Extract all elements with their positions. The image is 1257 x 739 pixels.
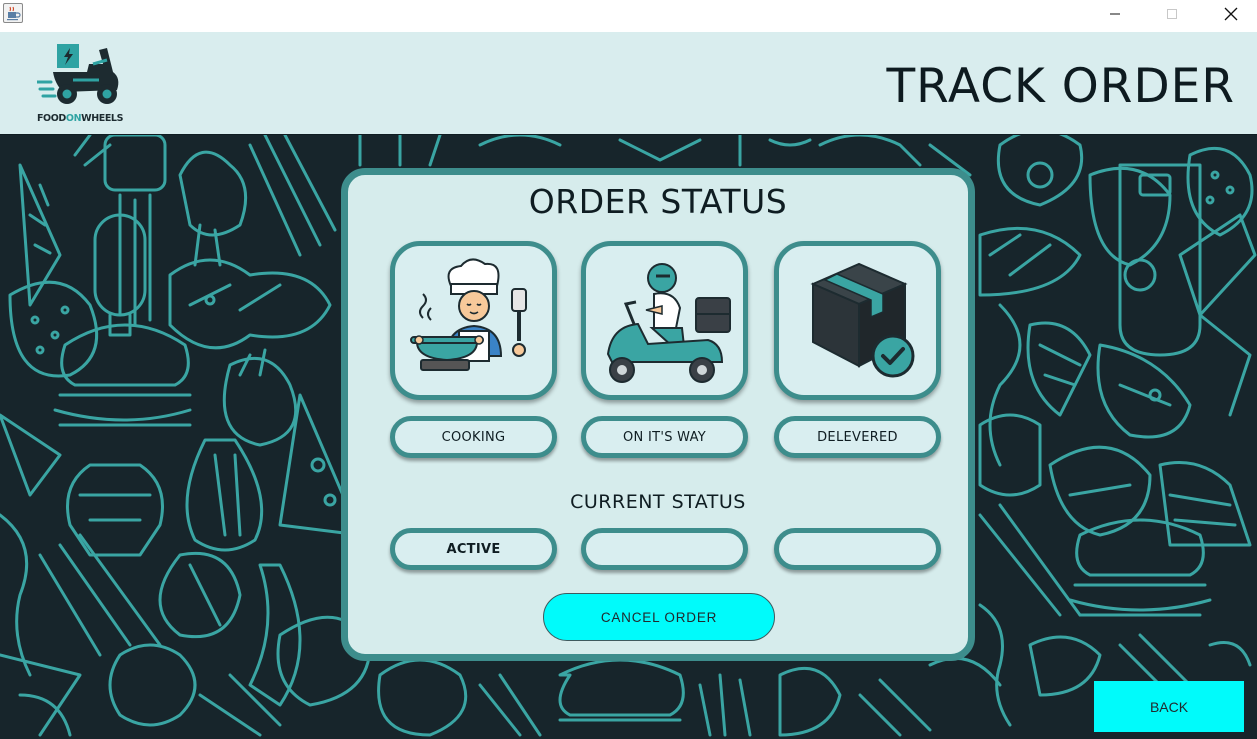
delivered-box-icon — [810, 262, 915, 378]
panel-title: ORDER STATUS — [528, 182, 788, 221]
stage-label-delivered: DELEVERED — [774, 416, 941, 458]
minimize-button[interactable] — [1086, 0, 1144, 28]
maximize-icon — [1167, 9, 1177, 19]
app-header: FOODONWHEELS TRACK ORDER — [0, 32, 1257, 135]
maximize-button[interactable] — [1143, 0, 1201, 28]
scooter-delivery-icon — [606, 263, 731, 383]
close-icon — [1224, 7, 1238, 21]
delivery-scooter-logo — [37, 44, 119, 104]
order-status-panel: ORDER STATUS COOKING ON IT'S WAY DELEVER… — [341, 168, 975, 661]
status-field-delivered — [774, 528, 941, 570]
status-field-on-its-way — [581, 528, 748, 570]
back-button[interactable]: BACK — [1094, 681, 1244, 732]
food-on-wheels-logo: FOODONWHEELS — [31, 42, 129, 124]
window-titlebar — [0, 0, 1257, 32]
stage-card-delivered — [774, 241, 941, 400]
cancel-order-button[interactable]: CANCEL ORDER — [543, 593, 775, 641]
minimize-icon — [1110, 13, 1120, 15]
stage-card-on-its-way — [581, 241, 748, 400]
page-title: TRACK ORDER — [886, 59, 1235, 114]
stage-label-on-its-way: ON IT'S WAY — [581, 416, 748, 458]
java-cup-icon[interactable] — [3, 3, 23, 23]
logo-wordmark: FOODONWHEELS — [36, 113, 124, 124]
stage-card-cooking — [390, 241, 557, 400]
chef-cooking-icon — [410, 258, 527, 371]
stage-label-cooking: COOKING — [390, 416, 557, 458]
status-field-cooking: ACTIVE — [390, 528, 557, 570]
close-button[interactable] — [1202, 0, 1257, 28]
current-status-heading: CURRENT STATUS — [570, 491, 746, 513]
